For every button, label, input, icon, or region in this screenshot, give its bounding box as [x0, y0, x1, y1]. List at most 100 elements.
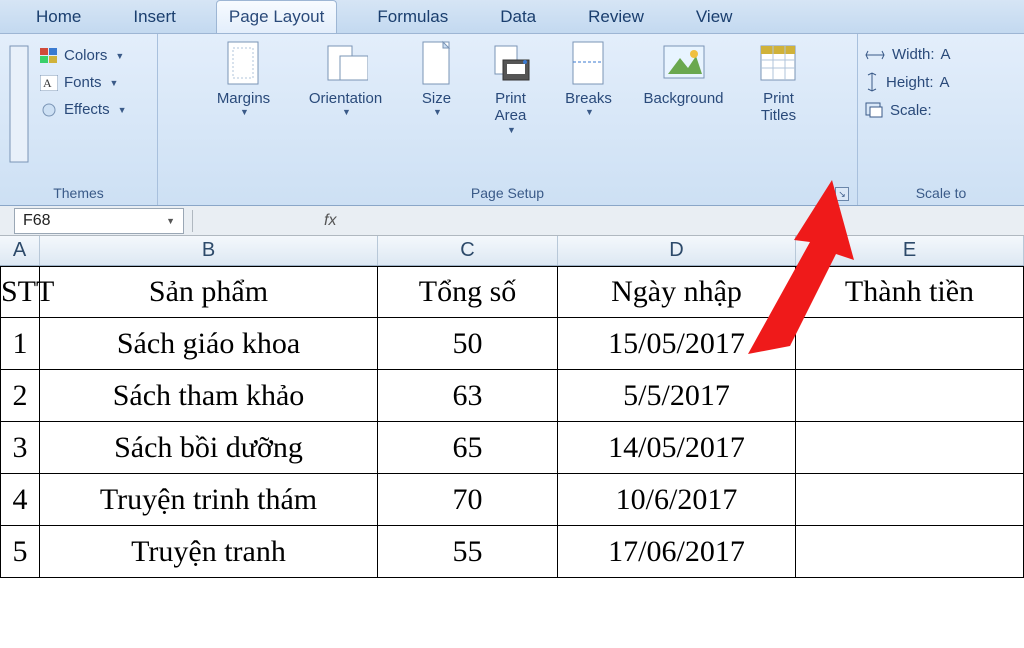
- size-icon: [415, 42, 459, 86]
- tab-page-layout[interactable]: Page Layout: [216, 0, 337, 33]
- orientation-button[interactable]: Orientation ▼: [292, 38, 400, 122]
- col-header-e[interactable]: E: [796, 236, 1024, 265]
- chevron-down-icon: ▼: [507, 125, 516, 135]
- cell[interactable]: [796, 422, 1024, 474]
- table-row: 1 Sách giáo khoa 50 15/05/2017: [0, 318, 1024, 370]
- cell[interactable]: 63: [378, 370, 558, 422]
- cell[interactable]: Ngày nhập: [558, 266, 796, 318]
- cell[interactable]: Thành tiền: [796, 266, 1024, 318]
- chevron-down-icon: ▼: [115, 51, 124, 61]
- table-row: 2 Sách tham khảo 63 5/5/2017: [0, 370, 1024, 422]
- height-value: A: [940, 74, 950, 91]
- col-header-d[interactable]: D: [558, 236, 796, 265]
- fonts-button[interactable]: A Fonts ▼: [36, 71, 131, 94]
- cell[interactable]: Sách tham khảo: [40, 370, 378, 422]
- group-label-page-setup: Page Setup ↘: [164, 183, 851, 205]
- print-area-label: Print Area: [495, 90, 527, 125]
- page-setup-dialog-launcher[interactable]: ↘: [835, 187, 849, 201]
- cell[interactable]: Truyện trinh thám: [40, 474, 378, 526]
- spreadsheet-grid[interactable]: STT Sản phẩm Tổng số Ngày nhập Thành tiề…: [0, 266, 1024, 578]
- scale-label: Scale:: [890, 102, 932, 119]
- print-titles-button[interactable]: Print Titles: [740, 38, 818, 129]
- chevron-down-icon: ▼: [110, 78, 119, 88]
- tab-review[interactable]: Review: [576, 1, 656, 33]
- chevron-down-icon: ▼: [240, 107, 249, 117]
- print-titles-label: Print Titles: [761, 90, 796, 125]
- cell[interactable]: [796, 474, 1024, 526]
- cell[interactable]: Tổng số: [378, 266, 558, 318]
- cell[interactable]: 50: [378, 318, 558, 370]
- ribbon: Colors ▼ A Fonts ▼ Effects▼ Themes Margins…: [0, 34, 1024, 206]
- group-scale-to-fit: Width: A Height: A Scale: Scale to: [858, 34, 1024, 205]
- cell[interactable]: 5/5/2017: [558, 370, 796, 422]
- cell[interactable]: 65: [378, 422, 558, 474]
- tab-formulas[interactable]: Formulas: [365, 1, 460, 33]
- height-label: Height:: [886, 74, 934, 91]
- cell[interactable]: 17/06/2017: [558, 526, 796, 578]
- size-label: Size: [422, 90, 451, 107]
- col-header-b[interactable]: B: [40, 236, 378, 265]
- effects-button[interactable]: Effects▼: [36, 98, 131, 121]
- cell[interactable]: 55: [378, 526, 558, 578]
- col-header-c[interactable]: C: [378, 236, 558, 265]
- fonts-label: Fonts: [64, 74, 102, 91]
- width-icon: [864, 47, 886, 63]
- chevron-down-icon: ▼: [342, 107, 351, 117]
- size-button[interactable]: Size ▼: [402, 38, 472, 122]
- tab-home[interactable]: Home: [24, 1, 93, 33]
- margins-button[interactable]: Margins ▼: [198, 38, 290, 122]
- cell[interactable]: 14/05/2017: [558, 422, 796, 474]
- scale-icon: [864, 101, 884, 119]
- cell[interactable]: 4: [0, 474, 40, 526]
- tab-view[interactable]: View: [684, 1, 745, 33]
- breaks-icon: [567, 42, 611, 86]
- cell[interactable]: Sách bồi dưỡng: [40, 422, 378, 474]
- svg-text:A: A: [43, 76, 52, 90]
- margins-label: Margins: [217, 90, 270, 107]
- col-header-a[interactable]: A: [0, 236, 40, 265]
- cell[interactable]: 5: [0, 526, 40, 578]
- cell[interactable]: 2: [0, 370, 40, 422]
- fonts-icon: A: [40, 75, 58, 91]
- cell[interactable]: 1: [0, 318, 40, 370]
- colors-label: Colors: [64, 47, 107, 64]
- group-label-themes: Themes: [6, 183, 151, 205]
- cell[interactable]: [796, 526, 1024, 578]
- scale-row[interactable]: Scale:: [864, 101, 951, 119]
- name-box-value: F68: [23, 212, 51, 230]
- table-row: 5 Truyện tranh 55 17/06/2017: [0, 526, 1024, 578]
- height-row[interactable]: Height: A: [864, 71, 951, 93]
- tab-data[interactable]: Data: [488, 1, 548, 33]
- breaks-button[interactable]: Breaks ▼: [550, 38, 628, 122]
- cell[interactable]: Truyện tranh: [40, 526, 378, 578]
- column-headers: A B C D E: [0, 236, 1024, 266]
- chevron-down-icon: ▼: [118, 105, 127, 115]
- name-box[interactable]: F68 ▼: [14, 208, 184, 234]
- cell[interactable]: [796, 370, 1024, 422]
- cell[interactable]: STT: [0, 266, 40, 318]
- effects-icon: [40, 102, 58, 118]
- colors-button[interactable]: Colors ▼: [36, 44, 131, 67]
- cell[interactable]: 70: [378, 474, 558, 526]
- cell[interactable]: [796, 318, 1024, 370]
- cell[interactable]: Sách giáo khoa: [40, 318, 378, 370]
- cell[interactable]: 3: [0, 422, 40, 474]
- formula-bar: F68 ▼ fx: [0, 206, 1024, 236]
- cell[interactable]: 15/05/2017: [558, 318, 796, 370]
- background-icon: [662, 42, 706, 86]
- width-row[interactable]: Width: A: [864, 46, 951, 63]
- group-page-setup: Margins ▼ Orientation ▼ Size ▼ Print Are…: [158, 34, 858, 205]
- fx-label[interactable]: fx: [324, 212, 336, 230]
- margins-icon: [222, 42, 266, 86]
- background-button[interactable]: Background: [630, 38, 738, 111]
- group-themes: Colors ▼ A Fonts ▼ Effects▼ Themes: [0, 34, 158, 205]
- themes-icon[interactable]: [8, 44, 30, 164]
- orientation-label: Orientation: [309, 90, 382, 107]
- tab-insert[interactable]: Insert: [121, 1, 188, 33]
- cell[interactable]: 10/6/2017: [558, 474, 796, 526]
- width-value: A: [941, 46, 951, 63]
- background-label: Background: [643, 90, 723, 107]
- chevron-down-icon[interactable]: ▼: [166, 216, 175, 226]
- print-area-button[interactable]: Print Area ▼: [474, 38, 548, 139]
- cell[interactable]: Sản phẩm: [40, 266, 378, 318]
